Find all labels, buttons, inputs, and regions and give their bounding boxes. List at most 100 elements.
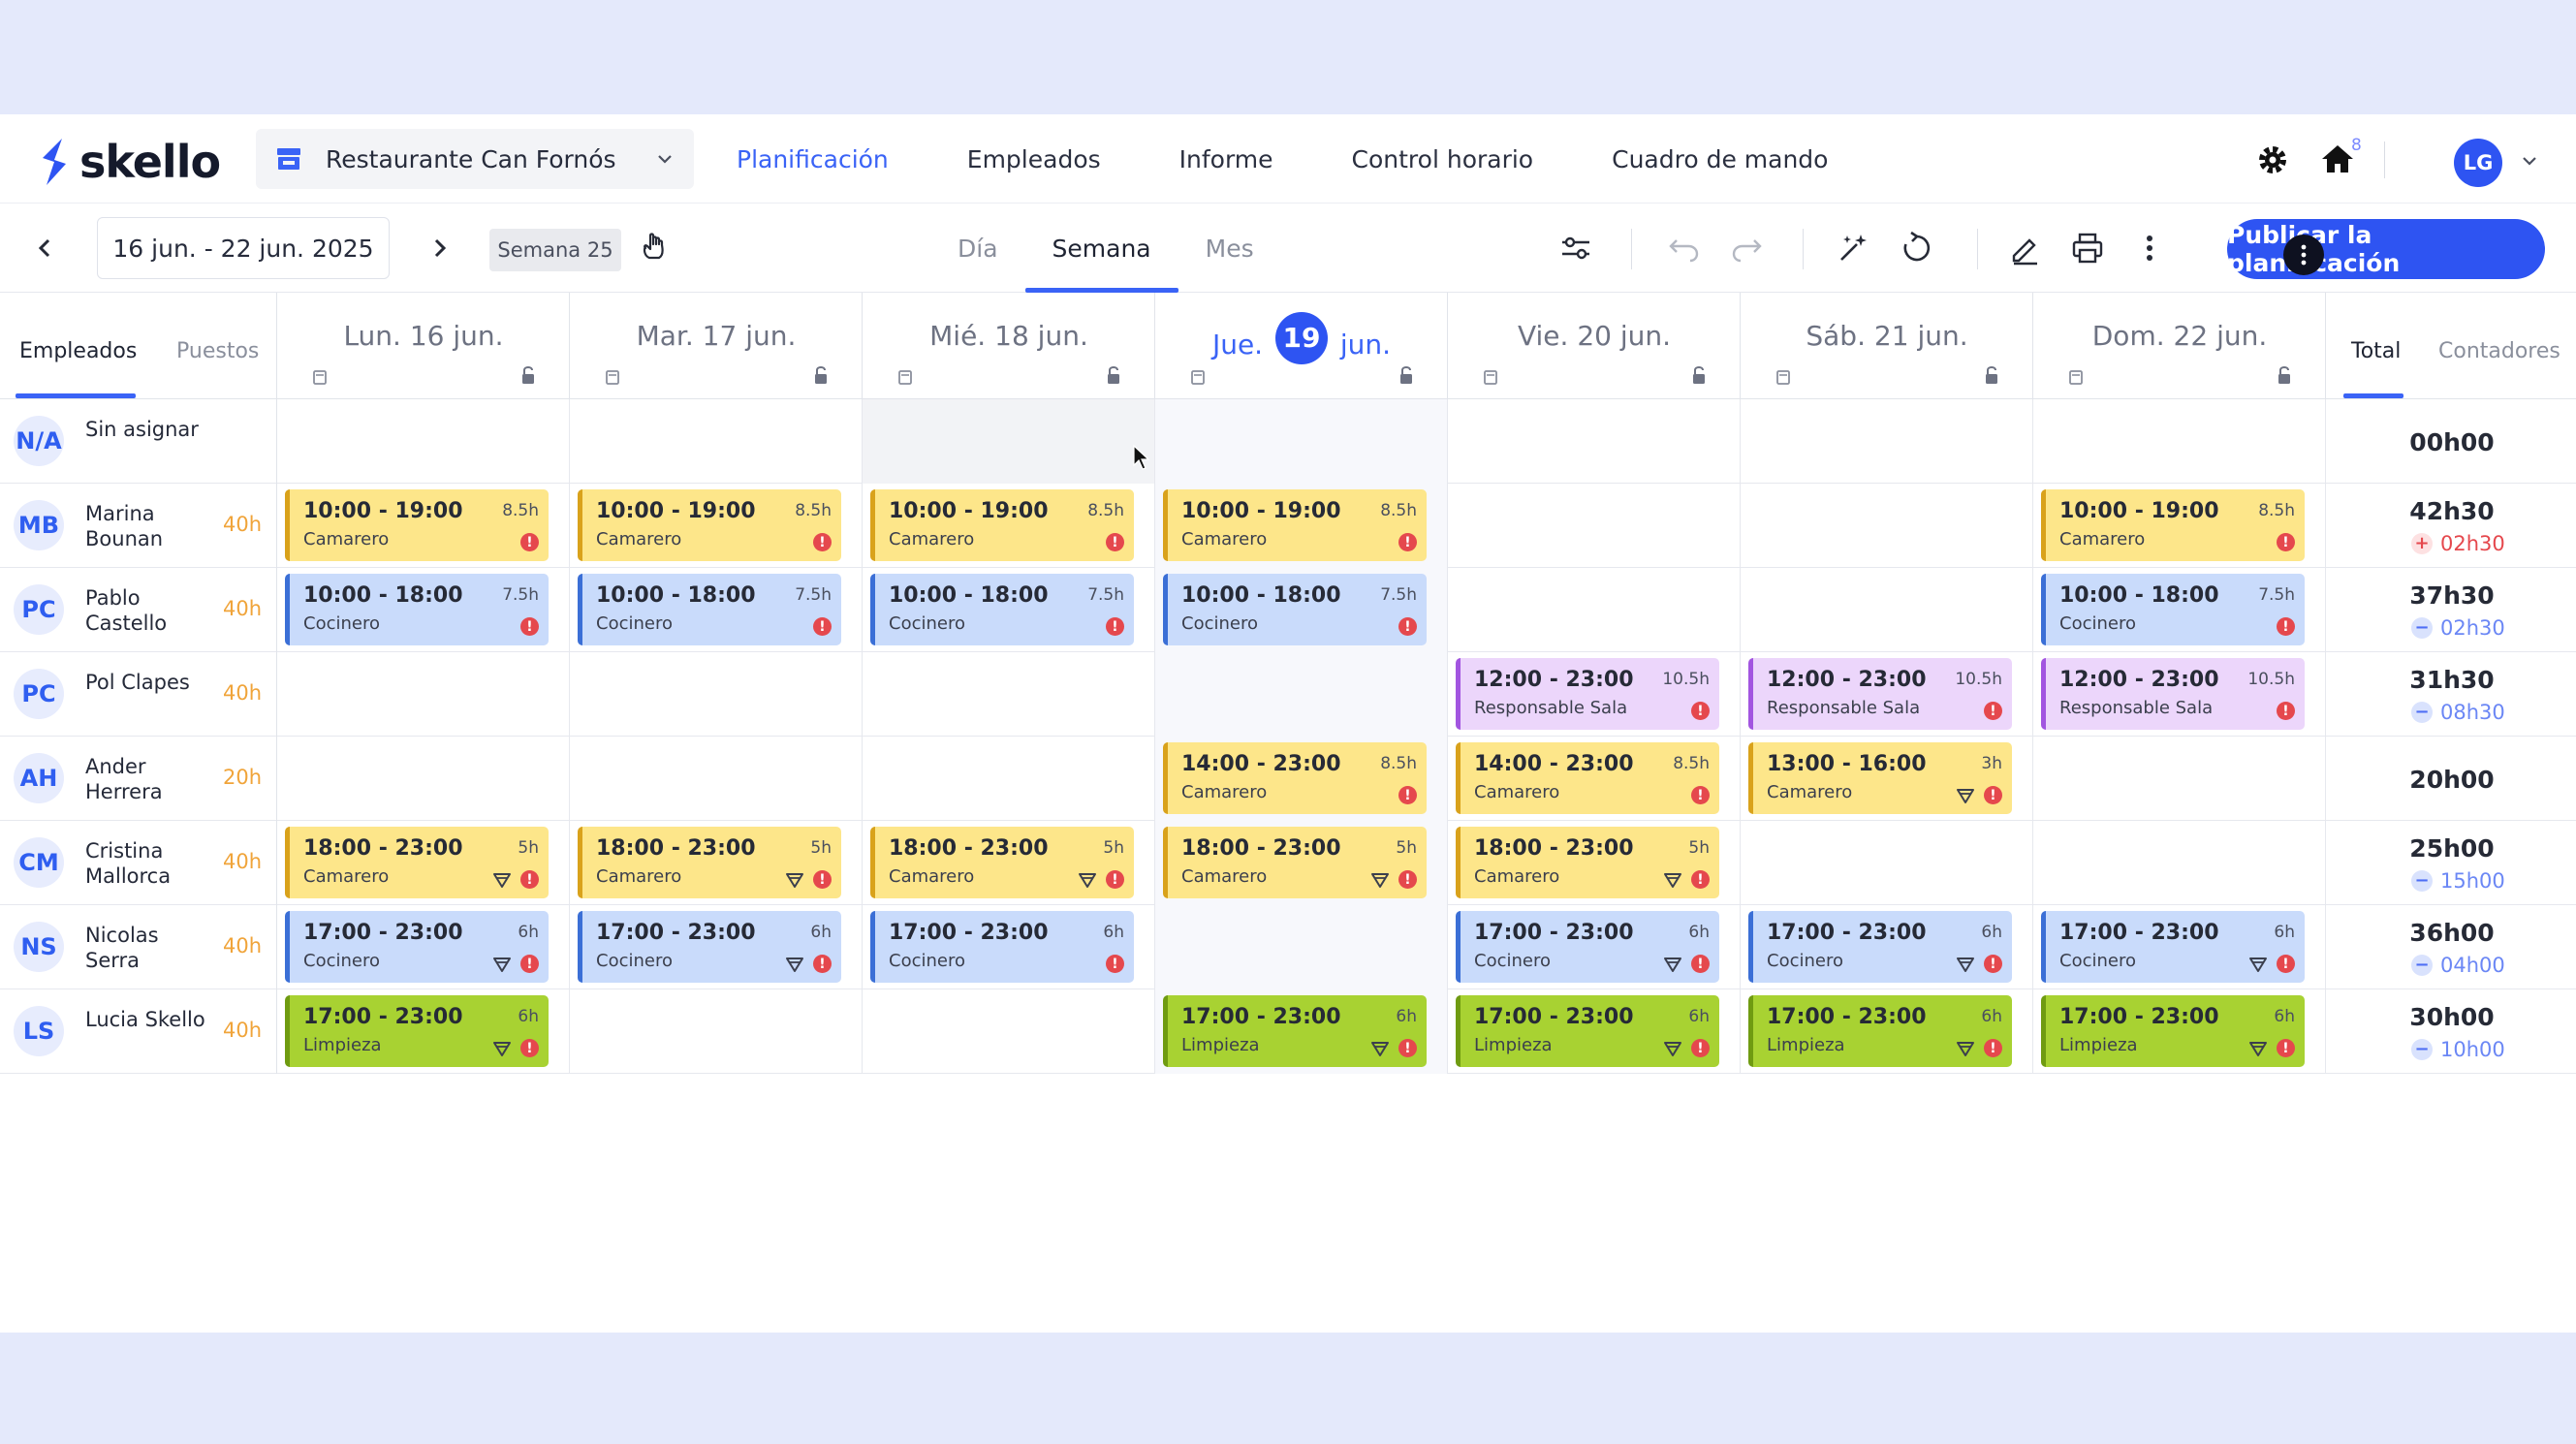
print-icon[interactable]	[2070, 231, 2105, 266]
day-header[interactable]: Lun. 16 jun.	[277, 293, 570, 399]
pointer-hand-icon[interactable]	[636, 231, 671, 266]
shift-card[interactable]: 18:00 - 23:00 5h Camarero!	[1456, 827, 1719, 898]
brand-logo[interactable]: skello	[37, 136, 221, 188]
lock-icon[interactable]	[812, 364, 830, 386]
shift-card[interactable]: 17:00 - 23:00 6h Limpieza!	[2041, 995, 2305, 1067]
shift-card[interactable]: 14:00 - 23:00 8.5h Camarero!	[1456, 742, 1719, 814]
schedule-cell[interactable]	[1741, 568, 2033, 652]
column-menu-button[interactable]	[2283, 235, 2324, 275]
filter-sliders-icon[interactable]	[1558, 231, 1593, 266]
schedule-cell[interactable]	[570, 737, 863, 821]
view-tab[interactable]: Semana	[1024, 204, 1178, 293]
shift-card[interactable]: 10:00 - 19:00 8.5h Camarero!	[2041, 489, 2305, 561]
schedule-cell[interactable]: 10:00 - 18:00 7.5h Cocinero!	[1155, 568, 1448, 652]
employee-info[interactable]: PC Pol Clapes 40h	[0, 652, 277, 737]
lock-icon[interactable]	[1105, 364, 1122, 386]
schedule-cell[interactable]	[570, 989, 863, 1074]
schedule-cell[interactable]: 12:00 - 23:00 10.5h Responsable Sala!	[1448, 652, 1741, 737]
schedule-cell[interactable]	[1155, 399, 1448, 484]
note-icon[interactable]	[2068, 368, 2084, 386]
day-header[interactable]: Mié. 18 jun.	[863, 293, 1155, 399]
lock-icon[interactable]	[1983, 364, 2000, 386]
lock-icon[interactable]	[1690, 364, 1708, 386]
chevron-down-icon[interactable]	[2520, 151, 2539, 171]
nav-link[interactable]: Informe	[1179, 145, 1273, 173]
note-icon[interactable]	[1775, 368, 1791, 386]
view-tab[interactable]: Día	[930, 204, 1025, 293]
shift-card[interactable]: 17:00 - 23:00 6h Cocinero!	[285, 911, 549, 983]
schedule-cell[interactable]	[863, 652, 1155, 737]
schedule-cell[interactable]: 17:00 - 23:00 6h Limpieza!	[277, 989, 570, 1074]
note-icon[interactable]	[312, 368, 328, 386]
schedule-cell[interactable]: 17:00 - 23:00 6h Cocinero!	[863, 905, 1155, 989]
schedule-cell[interactable]: 10:00 - 18:00 7.5h Cocinero!	[2033, 568, 2326, 652]
date-range-picker[interactable]: 16 jun. - 22 jun. 2025	[97, 217, 390, 279]
home-icon[interactable]	[2320, 143, 2355, 174]
note-icon[interactable]	[605, 368, 620, 386]
employee-info[interactable]: AH Ander Herrera 20h	[0, 737, 277, 821]
schedule-cell[interactable]	[1448, 568, 1741, 652]
schedule-cell[interactable]	[277, 737, 570, 821]
schedule-cell[interactable]	[863, 737, 1155, 821]
schedule-cell[interactable]: 12:00 - 23:00 10.5h Responsable Sala!	[1741, 652, 2033, 737]
shift-card[interactable]: 10:00 - 18:00 7.5h Cocinero!	[1163, 574, 1427, 645]
schedule-cell[interactable]	[570, 652, 863, 737]
shift-card[interactable]: 18:00 - 23:00 5h Camarero!	[578, 827, 841, 898]
schedule-cell[interactable]: 12:00 - 23:00 10.5h Responsable Sala!	[2033, 652, 2326, 737]
schedule-cell[interactable]: 18:00 - 23:00 5h Camarero!	[1155, 821, 1448, 905]
shift-card[interactable]: 17:00 - 23:00 6h Cocinero!	[870, 911, 1134, 983]
shift-card[interactable]: 18:00 - 23:00 5h Camarero!	[870, 827, 1134, 898]
employee-info[interactable]: CM Cristina Mallorca 40h	[0, 821, 277, 905]
schedule-cell[interactable]	[1448, 399, 1741, 484]
schedule-cell[interactable]	[277, 652, 570, 737]
edit-pencil-icon[interactable]	[2008, 231, 2043, 266]
schedule-cell[interactable]	[863, 399, 1155, 484]
lock-icon[interactable]	[2276, 364, 2293, 386]
more-vertical-icon[interactable]	[2132, 231, 2167, 266]
day-header[interactable]: Dom. 22 jun.	[2033, 293, 2326, 399]
schedule-cell[interactable]: 10:00 - 19:00 8.5h Camarero!	[2033, 484, 2326, 568]
shift-card[interactable]: 18:00 - 23:00 5h Camarero!	[285, 827, 549, 898]
schedule-cell[interactable]: 17:00 - 23:00 6h Limpieza!	[2033, 989, 2326, 1074]
schedule-cell[interactable]	[1155, 652, 1448, 737]
history-icon[interactable]	[1900, 231, 1934, 266]
chevron-left-icon[interactable]	[31, 233, 58, 264]
schedule-cell[interactable]: 14:00 - 23:00 8.5h Camarero!	[1448, 737, 1741, 821]
redo-icon[interactable]	[1729, 231, 1764, 266]
undo-icon[interactable]	[1667, 231, 1702, 266]
schedule-cell[interactable]: 17:00 - 23:00 6h Cocinero!	[2033, 905, 2326, 989]
schedule-cell[interactable]	[2033, 399, 2326, 484]
schedule-cell[interactable]	[2033, 821, 2326, 905]
view-tab[interactable]: Mes	[1178, 204, 1281, 293]
employee-info[interactable]: LS Lucia Skello 40h	[0, 989, 277, 1074]
day-header[interactable]: Mar. 17 jun.	[570, 293, 863, 399]
nav-link[interactable]: Control horario	[1352, 145, 1534, 173]
schedule-cell[interactable]: 18:00 - 23:00 5h Camarero!	[863, 821, 1155, 905]
schedule-cell[interactable]: 10:00 - 18:00 7.5h Cocinero!	[277, 568, 570, 652]
schedule-cell[interactable]	[1741, 484, 2033, 568]
schedule-cell[interactable]: 14:00 - 23:00 8.5h Camarero!	[1155, 737, 1448, 821]
schedule-cell[interactable]	[863, 989, 1155, 1074]
shift-card[interactable]: 17:00 - 23:00 6h Cocinero!	[1748, 911, 2012, 983]
shift-card[interactable]: 12:00 - 23:00 10.5h Responsable Sala!	[2041, 658, 2305, 730]
shift-card[interactable]: 10:00 - 19:00 8.5h Camarero!	[578, 489, 841, 561]
shift-card[interactable]: 10:00 - 18:00 7.5h Cocinero!	[285, 574, 549, 645]
shift-card[interactable]: 17:00 - 23:00 6h Limpieza!	[1163, 995, 1427, 1067]
day-header[interactable]: Vie. 20 jun.	[1448, 293, 1741, 399]
shift-card[interactable]: 17:00 - 23:00 6h Cocinero!	[578, 911, 841, 983]
schedule-cell[interactable]	[570, 399, 863, 484]
schedule-cell[interactable]: 10:00 - 18:00 7.5h Cocinero!	[863, 568, 1155, 652]
schedule-cell[interactable]: 18:00 - 23:00 5h Camarero!	[570, 821, 863, 905]
lock-icon[interactable]	[519, 364, 537, 386]
store-selector[interactable]: Restaurante Can Fornós	[256, 129, 694, 189]
shift-card[interactable]: 10:00 - 19:00 8.5h Camarero!	[1163, 489, 1427, 561]
schedule-cell[interactable]	[1741, 399, 2033, 484]
magic-wand-icon[interactable]	[1836, 231, 1870, 266]
note-icon[interactable]	[1483, 368, 1498, 386]
schedule-cell[interactable]: 17:00 - 23:00 6h Cocinero!	[277, 905, 570, 989]
shift-card[interactable]: 17:00 - 23:00 6h Limpieza!	[1456, 995, 1719, 1067]
day-header[interactable]: Sáb. 21 jun.	[1741, 293, 2033, 399]
schedule-cell[interactable]: 10:00 - 19:00 8.5h Camarero!	[863, 484, 1155, 568]
schedule-cell[interactable]: 10:00 - 19:00 8.5h Camarero!	[570, 484, 863, 568]
shift-card[interactable]: 10:00 - 19:00 8.5h Camarero!	[870, 489, 1134, 561]
